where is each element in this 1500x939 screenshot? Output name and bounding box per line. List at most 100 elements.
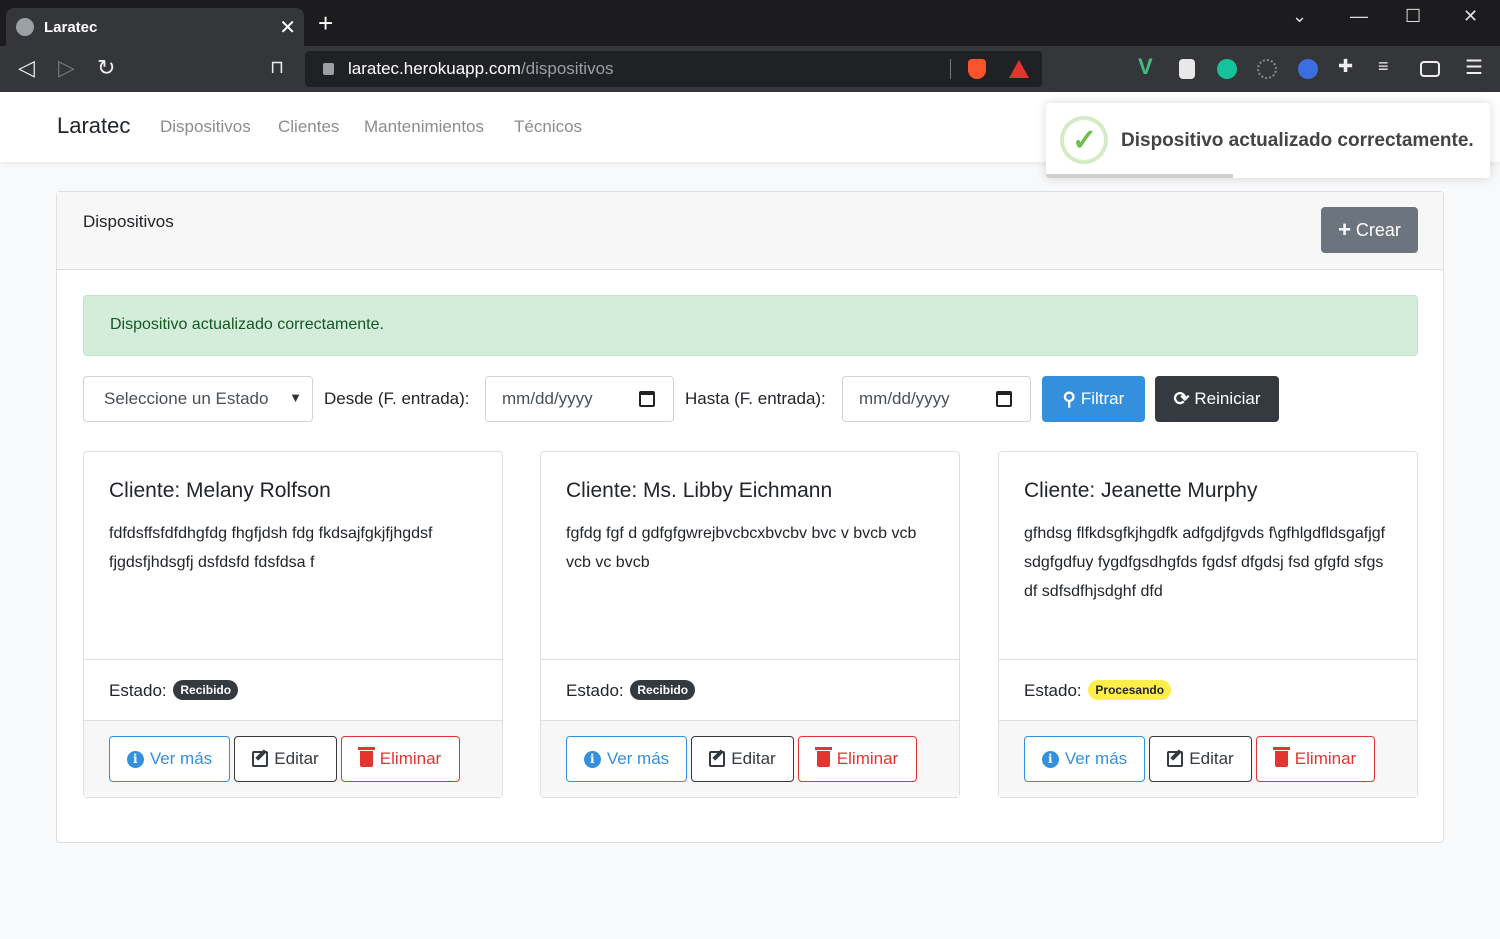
docs-extension-icon[interactable] <box>1298 59 1318 79</box>
wallet-icon[interactable] <box>1420 61 1440 77</box>
desde-date-input[interactable]: mm/dd/yyyy <box>485 376 674 422</box>
grammarly-icon[interactable] <box>1217 59 1237 79</box>
reset-button[interactable]: ⟳ Reiniciar <box>1155 376 1279 422</box>
card-title: Dispositivos <box>83 212 174 231</box>
view-more-button[interactable]: i Ver más <box>566 736 687 782</box>
estado-label: Estado: <box>1024 681 1082 700</box>
device-status-row: Estado: Procesando <box>999 659 1417 721</box>
device-actions: i Ver más Editar Eliminar <box>541 720 959 797</box>
vue-devtools-icon[interactable]: V <box>1138 54 1158 79</box>
device-card: Cliente: Melany Rolfson fdfdsffsfdfdhgfd… <box>83 451 503 798</box>
view-more-label: Ver más <box>1064 749 1128 768</box>
brave-shield-icon[interactable] <box>968 59 986 79</box>
trash-icon <box>357 747 375 767</box>
edit-label: Editar <box>274 749 319 768</box>
view-more-label: Ver más <box>606 749 670 768</box>
bookmark-icon[interactable]: ⊓ <box>270 57 284 78</box>
delete-button[interactable]: Eliminar <box>341 736 460 782</box>
edit-button[interactable]: Editar <box>691 736 794 782</box>
status-badge: Recibido <box>173 680 239 700</box>
edit-label: Editar <box>1189 749 1234 768</box>
edit-button[interactable]: Editar <box>234 736 337 782</box>
devices-card: Dispositivos + Crear Dispositivo actuali… <box>56 191 1444 843</box>
success-toast[interactable]: ✓ Dispositivo actualizado correctamente. <box>1046 103 1490 178</box>
close-window-icon[interactable]: ✕ <box>1463 6 1478 27</box>
brave-rewards-icon[interactable] <box>1009 60 1029 78</box>
maximize-icon[interactable]: ☐ <box>1405 6 1421 27</box>
url-host: laratec.herokuapp.com <box>348 59 521 78</box>
refresh-icon: ⟳ <box>1173 388 1190 410</box>
filter-button-label: Filtrar <box>1080 389 1125 408</box>
close-tab-icon[interactable]: ✕ <box>279 15 296 40</box>
reset-button-label: Reiniciar <box>1194 389 1261 408</box>
forward-icon[interactable]: ▷ <box>58 55 75 81</box>
estado-label: Estado: <box>566 681 624 700</box>
device-client-name: Cliente: Melany Rolfson <box>109 479 331 502</box>
trash-icon <box>1272 747 1290 767</box>
device-description: fdfdsffsfdfdhgfdg fhgfjdsh fdg fkdsajfgk… <box>109 525 433 571</box>
chevron-down-icon[interactable]: ⌄ <box>1292 6 1307 27</box>
view-more-button[interactable]: i Ver más <box>109 736 230 782</box>
browser-tab-bar: Laratec ✕ + ⌄ — ☐ ✕ <box>0 0 1500 46</box>
playlist-icon[interactable]: ≡ <box>1378 56 1398 76</box>
url-bar[interactable]: laratec.herokuapp.com/dispositivos <box>305 51 1042 87</box>
brand-logo[interactable]: Laratec <box>57 113 130 139</box>
device-card: Cliente: Jeanette Murphy gfhdsg flfkdsgf… <box>998 451 1418 798</box>
device-client-name: Cliente: Ms. Libby Eichmann <box>566 479 833 502</box>
back-icon[interactable]: ◁ <box>18 55 35 81</box>
check-circle-icon: ✓ <box>1060 116 1108 164</box>
tab-title: Laratec <box>44 18 98 36</box>
estado-label: Estado: <box>109 681 167 700</box>
device-description: fgfdg fgf d gdfgfgwrejbvcbcxbvcbv bvc v … <box>566 525 917 571</box>
create-button-label: Crear <box>1355 219 1401 240</box>
toast-progress-bar <box>1046 174 1233 178</box>
new-tab-icon[interactable]: + <box>318 10 333 36</box>
status-badge: Procesando <box>1088 680 1172 700</box>
search-icon: ⚲ <box>1062 388 1076 409</box>
delete-label: Eliminar <box>1294 749 1357 768</box>
device-description: gfhdsg flfkdsgfkjhgdfk adfgdjfgvds f\gfh… <box>1024 525 1386 600</box>
browser-tab[interactable]: Laratec ✕ <box>6 8 304 46</box>
hasta-date-value: mm/dd/yyyy <box>859 389 950 408</box>
estado-select[interactable]: Seleccione un Estado ▼ <box>83 376 313 422</box>
browser-toolbar: ◁ ▷ ↻ ⊓ laratec.herokuapp.com/dispositiv… <box>0 46 1500 92</box>
device-status-row: Estado: Recibido <box>84 659 502 721</box>
info-icon: i <box>126 750 144 768</box>
status-badge: Recibido <box>630 680 696 700</box>
hasta-date-input[interactable]: mm/dd/yyyy <box>842 376 1031 422</box>
calendar-icon[interactable] <box>639 391 655 407</box>
extensions-puzzle-icon[interactable]: ✚ <box>1338 56 1358 76</box>
delete-button[interactable]: Eliminar <box>798 736 917 782</box>
globe-icon <box>16 18 34 36</box>
edit-button[interactable]: Editar <box>1149 736 1252 782</box>
view-more-button[interactable]: i Ver más <box>1024 736 1145 782</box>
delete-button[interactable]: Eliminar <box>1256 736 1375 782</box>
loading-extension-icon[interactable] <box>1257 59 1277 79</box>
filter-button[interactable]: ⚲ Filtrar <box>1042 376 1145 422</box>
info-icon: i <box>583 750 601 768</box>
menu-icon[interactable]: ☰ <box>1465 55 1485 79</box>
edit-icon <box>1167 751 1184 767</box>
device-actions: i Ver más Editar Eliminar <box>84 720 502 797</box>
nav-link-tecnicos[interactable]: Técnicos <box>514 117 582 137</box>
nav-link-dispositivos[interactable]: Dispositivos <box>160 117 251 137</box>
edit-icon <box>709 751 726 767</box>
edit-label: Editar <box>731 749 776 768</box>
create-button[interactable]: + Crear <box>1321 207 1418 253</box>
document-extension-icon[interactable] <box>1179 59 1195 79</box>
estado-select-value: Seleccione un Estado <box>104 389 269 408</box>
delete-label: Eliminar <box>379 749 442 768</box>
lock-icon <box>323 63 334 75</box>
trash-icon <box>814 747 832 767</box>
calendar-icon[interactable] <box>996 391 1012 407</box>
nav-link-mantenimientos[interactable]: Mantenimientos <box>364 117 484 137</box>
toast-message: Dispositivo actualizado correctamente. <box>1121 130 1474 151</box>
reload-icon[interactable]: ↻ <box>97 55 115 81</box>
desde-date-value: mm/dd/yyyy <box>502 389 593 408</box>
delete-label: Eliminar <box>836 749 899 768</box>
card-header: Dispositivos + Crear <box>57 192 1443 270</box>
nav-link-clientes[interactable]: Clientes <box>278 117 339 137</box>
url-divider <box>950 59 951 79</box>
minimize-icon[interactable]: — <box>1350 6 1368 27</box>
device-client-name: Cliente: Jeanette Murphy <box>1024 479 1258 502</box>
